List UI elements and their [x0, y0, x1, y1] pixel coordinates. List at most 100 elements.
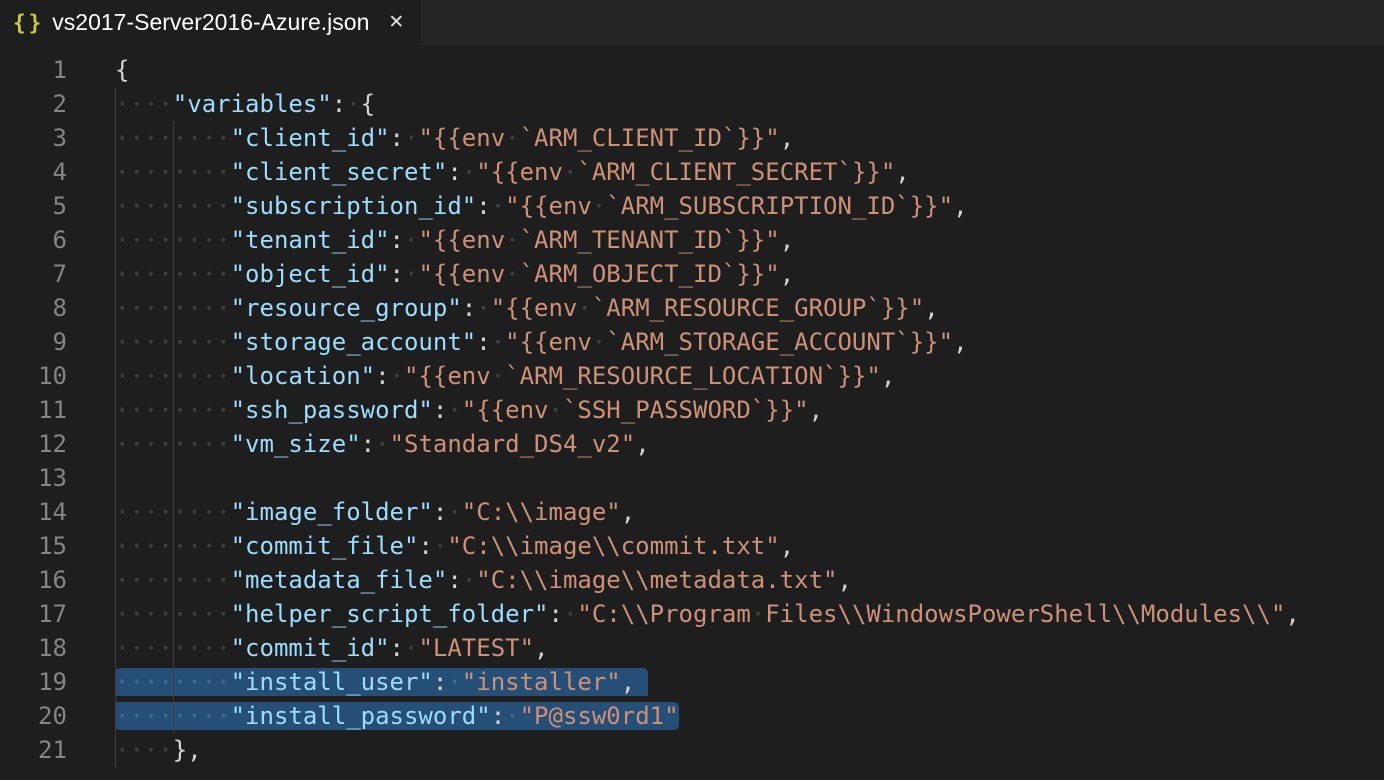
punctuation: , [1285, 600, 1299, 628]
code-line[interactable]: 5········"subscription_id":·"{{env·`ARM_… [0, 189, 1384, 223]
whitespace-dots: · [505, 260, 519, 288]
json-key: "client_id" [231, 124, 390, 152]
line-number[interactable]: 12 [0, 427, 67, 461]
code-line-content: ········"metadata_file":·"C:\\image\\met… [115, 563, 852, 597]
whitespace-dots: · [491, 192, 505, 220]
line-number[interactable]: 10 [0, 359, 67, 393]
json-string-value: "{{env [418, 124, 505, 152]
json-string-value: `ARM_RESOURCE_LOCATION`}}" [505, 362, 881, 390]
tab-vs2017-server2016-azure-json[interactable]: {} vs2017-Server2016-Azure.json ✕ [0, 0, 422, 45]
code-line[interactable]: 6········"tenant_id":·"{{env·`ARM_TENANT… [0, 223, 1384, 257]
json-key: "client_secret" [231, 158, 448, 186]
code-line[interactable]: 9········"storage_account":·"{{env·`ARM_… [0, 325, 1384, 359]
punctuation: , [621, 498, 635, 526]
whitespace-dots: ········ [115, 124, 231, 152]
whitespace-dots: · [592, 192, 606, 220]
punctuation: : [433, 498, 447, 526]
whitespace-dots: · [433, 532, 447, 560]
code-line[interactable]: 21 ····}, [0, 733, 1384, 767]
line-number[interactable]: 1 [0, 53, 67, 87]
json-string-value: "{{env [505, 192, 592, 220]
code-line[interactable]: 2····"variables":·{ [0, 87, 1384, 121]
json-string-value: "{{env [491, 294, 578, 322]
code-line[interactable]: 14········"image_folder":·"C:\\image", [0, 495, 1384, 529]
whitespace-dots: · [505, 702, 519, 730]
selection-highlight: ········"install_password":·"P@ssw0rd1" [115, 702, 679, 730]
whitespace-dots: ········ [115, 226, 231, 254]
tab-close-icon[interactable]: ✕ [385, 11, 407, 34]
json-string-value: `ARM_TENANT_ID`}}" [520, 226, 780, 254]
code-line[interactable]: 4 ········"client_secret":·"{{env·`ARM_CL… [0, 155, 1384, 189]
line-number[interactable]: 9 [0, 325, 67, 359]
json-key: "install_user" [231, 668, 433, 696]
code-line[interactable]: 11········"ssh_password":·"{{env·`SSH_PA… [0, 393, 1384, 427]
punctuation: { [361, 90, 375, 118]
line-number[interactable]: 15 [0, 529, 67, 563]
punctuation: , [635, 430, 649, 458]
whitespace-dots: ········ [115, 192, 231, 220]
code-line-content: ········"client_id":·"{{env·`ARM_CLIENT_… [115, 121, 794, 155]
line-number[interactable]: 18 [0, 631, 67, 665]
code-line[interactable]: 1{ [0, 53, 1384, 87]
json-string-value: "C:\\Program [577, 600, 750, 628]
code-line[interactable]: 19 ········"install_user":·"installer", [0, 665, 1384, 699]
line-number[interactable]: 13 [0, 461, 67, 495]
code-line[interactable]: 15········"commit_file":·"C:\\image\\com… [0, 529, 1384, 563]
line-number[interactable]: 5 [0, 189, 67, 223]
code-line[interactable]: 18 ········"commit_id":·"LATEST", [0, 631, 1384, 665]
json-string-value: "LATEST" [418, 634, 534, 662]
json-string-value: "C:\\image\\metadata.txt" [476, 566, 837, 594]
line-number[interactable]: 6 [0, 223, 67, 257]
whitespace-dots: ········ [115, 668, 231, 696]
json-key: "variables" [173, 90, 332, 118]
whitespace-dots: · [404, 260, 418, 288]
line-number[interactable]: 7 [0, 257, 67, 291]
punctuation: : [332, 90, 346, 118]
selection-highlight: ········"install_user":·"installer", [115, 668, 648, 696]
json-string-value: "Standard_DS4_v2" [390, 430, 636, 458]
punctuation: , [837, 566, 851, 594]
whitespace-dots: · [447, 396, 461, 424]
json-string-value: `ARM_STORAGE_ACCOUNT`}}" [606, 328, 953, 356]
line-number[interactable]: 14 [0, 495, 67, 529]
code-line[interactable]: 8········"resource_group":·"{{env·`ARM_R… [0, 291, 1384, 325]
json-string-value: "{{env [476, 158, 563, 186]
code-line[interactable]: 20········"install_password":·"P@ssw0rd1… [0, 699, 1384, 733]
json-string-value: "{{env [462, 396, 549, 424]
code-line[interactable]: 13 [0, 461, 1384, 495]
code-line-content: ········"vm_size":·"Standard_DS4_v2", [115, 427, 650, 461]
line-number[interactable]: 2 [0, 87, 67, 121]
line-number[interactable]: 19 [0, 665, 67, 699]
code-line-content: ········"ssh_password":·"{{env·`SSH_PASS… [115, 393, 823, 427]
code-line[interactable]: 3········"client_id":·"{{env·`ARM_CLIENT… [0, 121, 1384, 155]
code-line[interactable]: 16 ········"metadata_file":·"C:\\image\\m… [0, 563, 1384, 597]
punctuation: , [621, 668, 635, 696]
punctuation: , [809, 396, 823, 424]
code-line-content: ····}, [115, 733, 202, 767]
line-number[interactable]: 17 [0, 597, 67, 631]
punctuation: , [895, 158, 909, 186]
json-string-value: "{{env [505, 328, 592, 356]
code-line[interactable]: 10········"location":·"{{env·`ARM_RESOUR… [0, 359, 1384, 393]
line-number[interactable]: 8 [0, 291, 67, 325]
line-number[interactable]: 11 [0, 393, 67, 427]
punctuation: , [780, 124, 794, 152]
line-number[interactable]: 3 [0, 121, 67, 155]
whitespace-dots: · [505, 124, 519, 152]
line-number[interactable]: 21 [0, 733, 67, 767]
code-line-content: ········"commit_id":·"LATEST", [115, 631, 549, 665]
line-number[interactable]: 20 [0, 699, 67, 733]
line-number[interactable]: 4 [0, 155, 67, 189]
whitespace-dots: · [491, 362, 505, 390]
json-key: "install_password" [231, 702, 491, 730]
code-line[interactable]: 12 ········"vm_size":·"Standard_DS4_v2", [0, 427, 1384, 461]
whitespace-dots: · [549, 396, 563, 424]
line-number[interactable]: 16 [0, 563, 67, 597]
punctuation: , [881, 362, 895, 390]
json-key: "resource_group" [231, 294, 462, 322]
code-editor[interactable]: 1{2····"variables":·{3········"client_id… [0, 45, 1384, 772]
punctuation: , [780, 532, 794, 560]
code-line[interactable]: 17········"helper_script_folder":·"C:\\P… [0, 597, 1384, 631]
code-line-content: ········"client_secret":·"{{env·`ARM_CLI… [115, 155, 910, 189]
code-line[interactable]: 7········"object_id":·"{{env·`ARM_OBJECT… [0, 257, 1384, 291]
